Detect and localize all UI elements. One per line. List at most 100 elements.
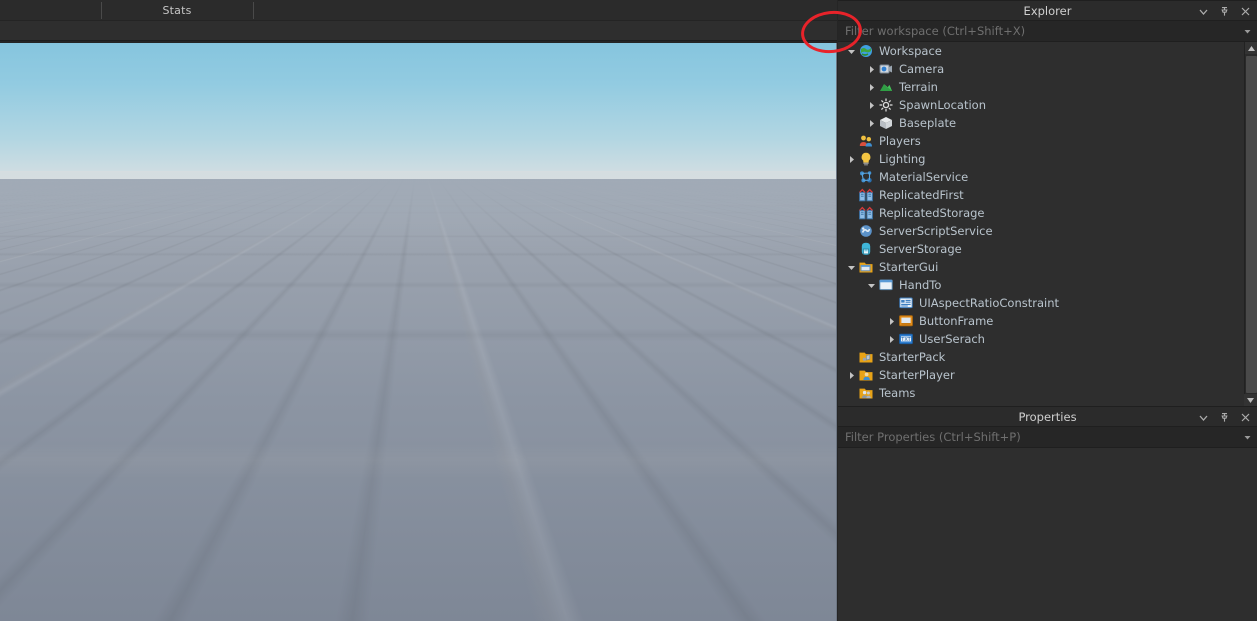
tree-row[interactable]: UIAspectRatioConstraint bbox=[838, 294, 1257, 312]
tree-row[interactable]: StarterGui bbox=[838, 258, 1257, 276]
tree-row-label: StarterGui bbox=[879, 260, 939, 274]
chevron-down-icon[interactable] bbox=[846, 262, 857, 273]
tree-row[interactable]: Workspace bbox=[838, 42, 1257, 60]
players-icon bbox=[858, 133, 874, 149]
replicated-icon bbox=[858, 205, 874, 221]
frame-icon bbox=[898, 313, 914, 329]
baseplate-grid bbox=[0, 179, 837, 621]
tree-row-label: StarterPack bbox=[879, 350, 946, 364]
properties-body[interactable] bbox=[838, 448, 1257, 621]
explorer-tree[interactable]: Workspace Camera Terrain SpawnLocation Basep… bbox=[838, 42, 1257, 406]
tree-row-label: ReplicatedFirst bbox=[879, 188, 964, 202]
tree-row[interactable]: Players bbox=[838, 132, 1257, 150]
explorer-scrollbar[interactable] bbox=[1244, 42, 1257, 406]
tree-row[interactable]: TXT UserSerach bbox=[838, 330, 1257, 348]
editor-window: Stats Explorer Filter workspace (Ctrl+Sh… bbox=[0, 0, 1257, 621]
top-tabstrip: Stats bbox=[0, 0, 837, 21]
tree-row[interactable]: MaterialService bbox=[838, 168, 1257, 186]
screengui-icon bbox=[878, 277, 894, 293]
chevron-down-icon[interactable] bbox=[1198, 6, 1209, 17]
tab-divider-right bbox=[253, 2, 254, 19]
filter-dropdown-icon[interactable] bbox=[1242, 427, 1253, 448]
explorer-title: Explorer bbox=[1023, 4, 1072, 18]
properties-titlebar[interactable]: Properties bbox=[838, 406, 1257, 427]
uiconstraint-icon bbox=[898, 295, 914, 311]
tree-row-label: SpawnLocation bbox=[899, 98, 986, 112]
tree-row-label: Camera bbox=[899, 62, 945, 76]
tree-row-label: ServerStorage bbox=[879, 242, 962, 256]
serverstorage-icon bbox=[858, 241, 874, 257]
starterplayer-icon bbox=[858, 367, 874, 383]
tree-row-label: ReplicatedStorage bbox=[879, 206, 985, 220]
sky bbox=[0, 43, 837, 179]
tree-row-label: Players bbox=[879, 134, 921, 148]
tree-row-label: StarterPlayer bbox=[879, 368, 955, 382]
terrain-icon bbox=[878, 79, 894, 95]
chevron-down-icon[interactable] bbox=[866, 280, 877, 291]
tree-row-label: UserSerach bbox=[919, 332, 985, 346]
properties-filter-input[interactable]: Filter Properties (Ctrl+Shift+P) bbox=[838, 427, 1257, 448]
tree-row-label: ServerScriptService bbox=[879, 224, 993, 238]
chevron-down-icon[interactable] bbox=[1198, 412, 1209, 423]
tree-row[interactable]: ReplicatedFirst bbox=[838, 186, 1257, 204]
tab-stats[interactable]: Stats bbox=[101, 0, 253, 21]
tree-row[interactable]: Terrain bbox=[838, 78, 1257, 96]
tree-row[interactable]: Camera bbox=[838, 60, 1257, 78]
close-icon[interactable] bbox=[1240, 412, 1251, 423]
svg-text:TXT: TXT bbox=[900, 337, 911, 343]
tree-row[interactable]: ButtonFrame bbox=[838, 312, 1257, 330]
tree-row-label: Terrain bbox=[899, 80, 938, 94]
tree-row-label: Baseplate bbox=[899, 116, 957, 130]
scroll-up-icon[interactable] bbox=[1245, 42, 1257, 54]
scroll-down-icon[interactable] bbox=[1244, 394, 1257, 406]
properties-filter-placeholder: Filter Properties (Ctrl+Shift+P) bbox=[845, 430, 1021, 444]
tree-row[interactable]: Lighting bbox=[838, 150, 1257, 168]
tree-row[interactable]: StarterPlayer bbox=[838, 366, 1257, 384]
replicated-icon bbox=[858, 187, 874, 203]
lighting-icon bbox=[858, 151, 874, 167]
explorer-filter-placeholder: Filter workspace (Ctrl+Shift+X) bbox=[845, 24, 1026, 38]
tree-row-label: Workspace bbox=[879, 44, 942, 58]
pin-icon[interactable] bbox=[1219, 6, 1230, 17]
chevron-right-icon[interactable] bbox=[866, 64, 877, 75]
chevron-right-icon[interactable] bbox=[846, 154, 857, 165]
scrollbar-thumb[interactable] bbox=[1246, 56, 1257, 393]
right-dock: Explorer Filter workspace (Ctrl+Shift+X) bbox=[838, 0, 1257, 621]
starterpack-icon bbox=[858, 349, 874, 365]
pin-icon[interactable] bbox=[1219, 412, 1230, 423]
chevron-right-icon[interactable] bbox=[886, 334, 897, 345]
tree-row-label: MaterialService bbox=[879, 170, 969, 184]
tree-row-label: UIAspectRatioConstraint bbox=[919, 296, 1060, 310]
toolbar-row bbox=[0, 21, 837, 41]
tree-row[interactable]: ServerScriptService bbox=[838, 222, 1257, 240]
chevron-right-icon[interactable] bbox=[846, 370, 857, 381]
chevron-right-icon[interactable] bbox=[866, 82, 877, 93]
serverscript-icon bbox=[858, 223, 874, 239]
tree-row[interactable]: SpawnLocation bbox=[838, 96, 1257, 114]
3d-viewport[interactable] bbox=[0, 43, 837, 621]
explorer-filter-input[interactable]: Filter workspace (Ctrl+Shift+X) bbox=[838, 21, 1257, 42]
spawnlocation-icon bbox=[878, 97, 894, 113]
tree-row[interactable]: ReplicatedStorage bbox=[838, 204, 1257, 222]
properties-title: Properties bbox=[1018, 410, 1077, 424]
teams-icon bbox=[858, 385, 874, 401]
tree-row-label: Teams bbox=[879, 386, 916, 400]
tree-row[interactable]: Baseplate bbox=[838, 114, 1257, 132]
tree-row[interactable]: Teams bbox=[838, 384, 1257, 402]
tree-row-label: ButtonFrame bbox=[919, 314, 994, 328]
tree-row[interactable]: ServerStorage bbox=[838, 240, 1257, 258]
explorer-titlebar[interactable]: Explorer bbox=[838, 0, 1257, 21]
camera-icon bbox=[878, 61, 894, 77]
materialservice-icon bbox=[858, 169, 874, 185]
filter-dropdown-icon[interactable] bbox=[1242, 21, 1253, 42]
tree-row[interactable]: HandTo bbox=[838, 276, 1257, 294]
tree-row-label: HandTo bbox=[899, 278, 942, 292]
chevron-down-icon[interactable] bbox=[846, 46, 857, 57]
tree-row[interactable]: StarterPack bbox=[838, 348, 1257, 366]
chevron-right-icon[interactable] bbox=[886, 316, 897, 327]
chevron-right-icon[interactable] bbox=[866, 100, 877, 111]
chevron-right-icon[interactable] bbox=[866, 118, 877, 129]
tree-row-label: Lighting bbox=[879, 152, 926, 166]
startergui-icon bbox=[858, 259, 874, 275]
close-icon[interactable] bbox=[1240, 6, 1251, 17]
